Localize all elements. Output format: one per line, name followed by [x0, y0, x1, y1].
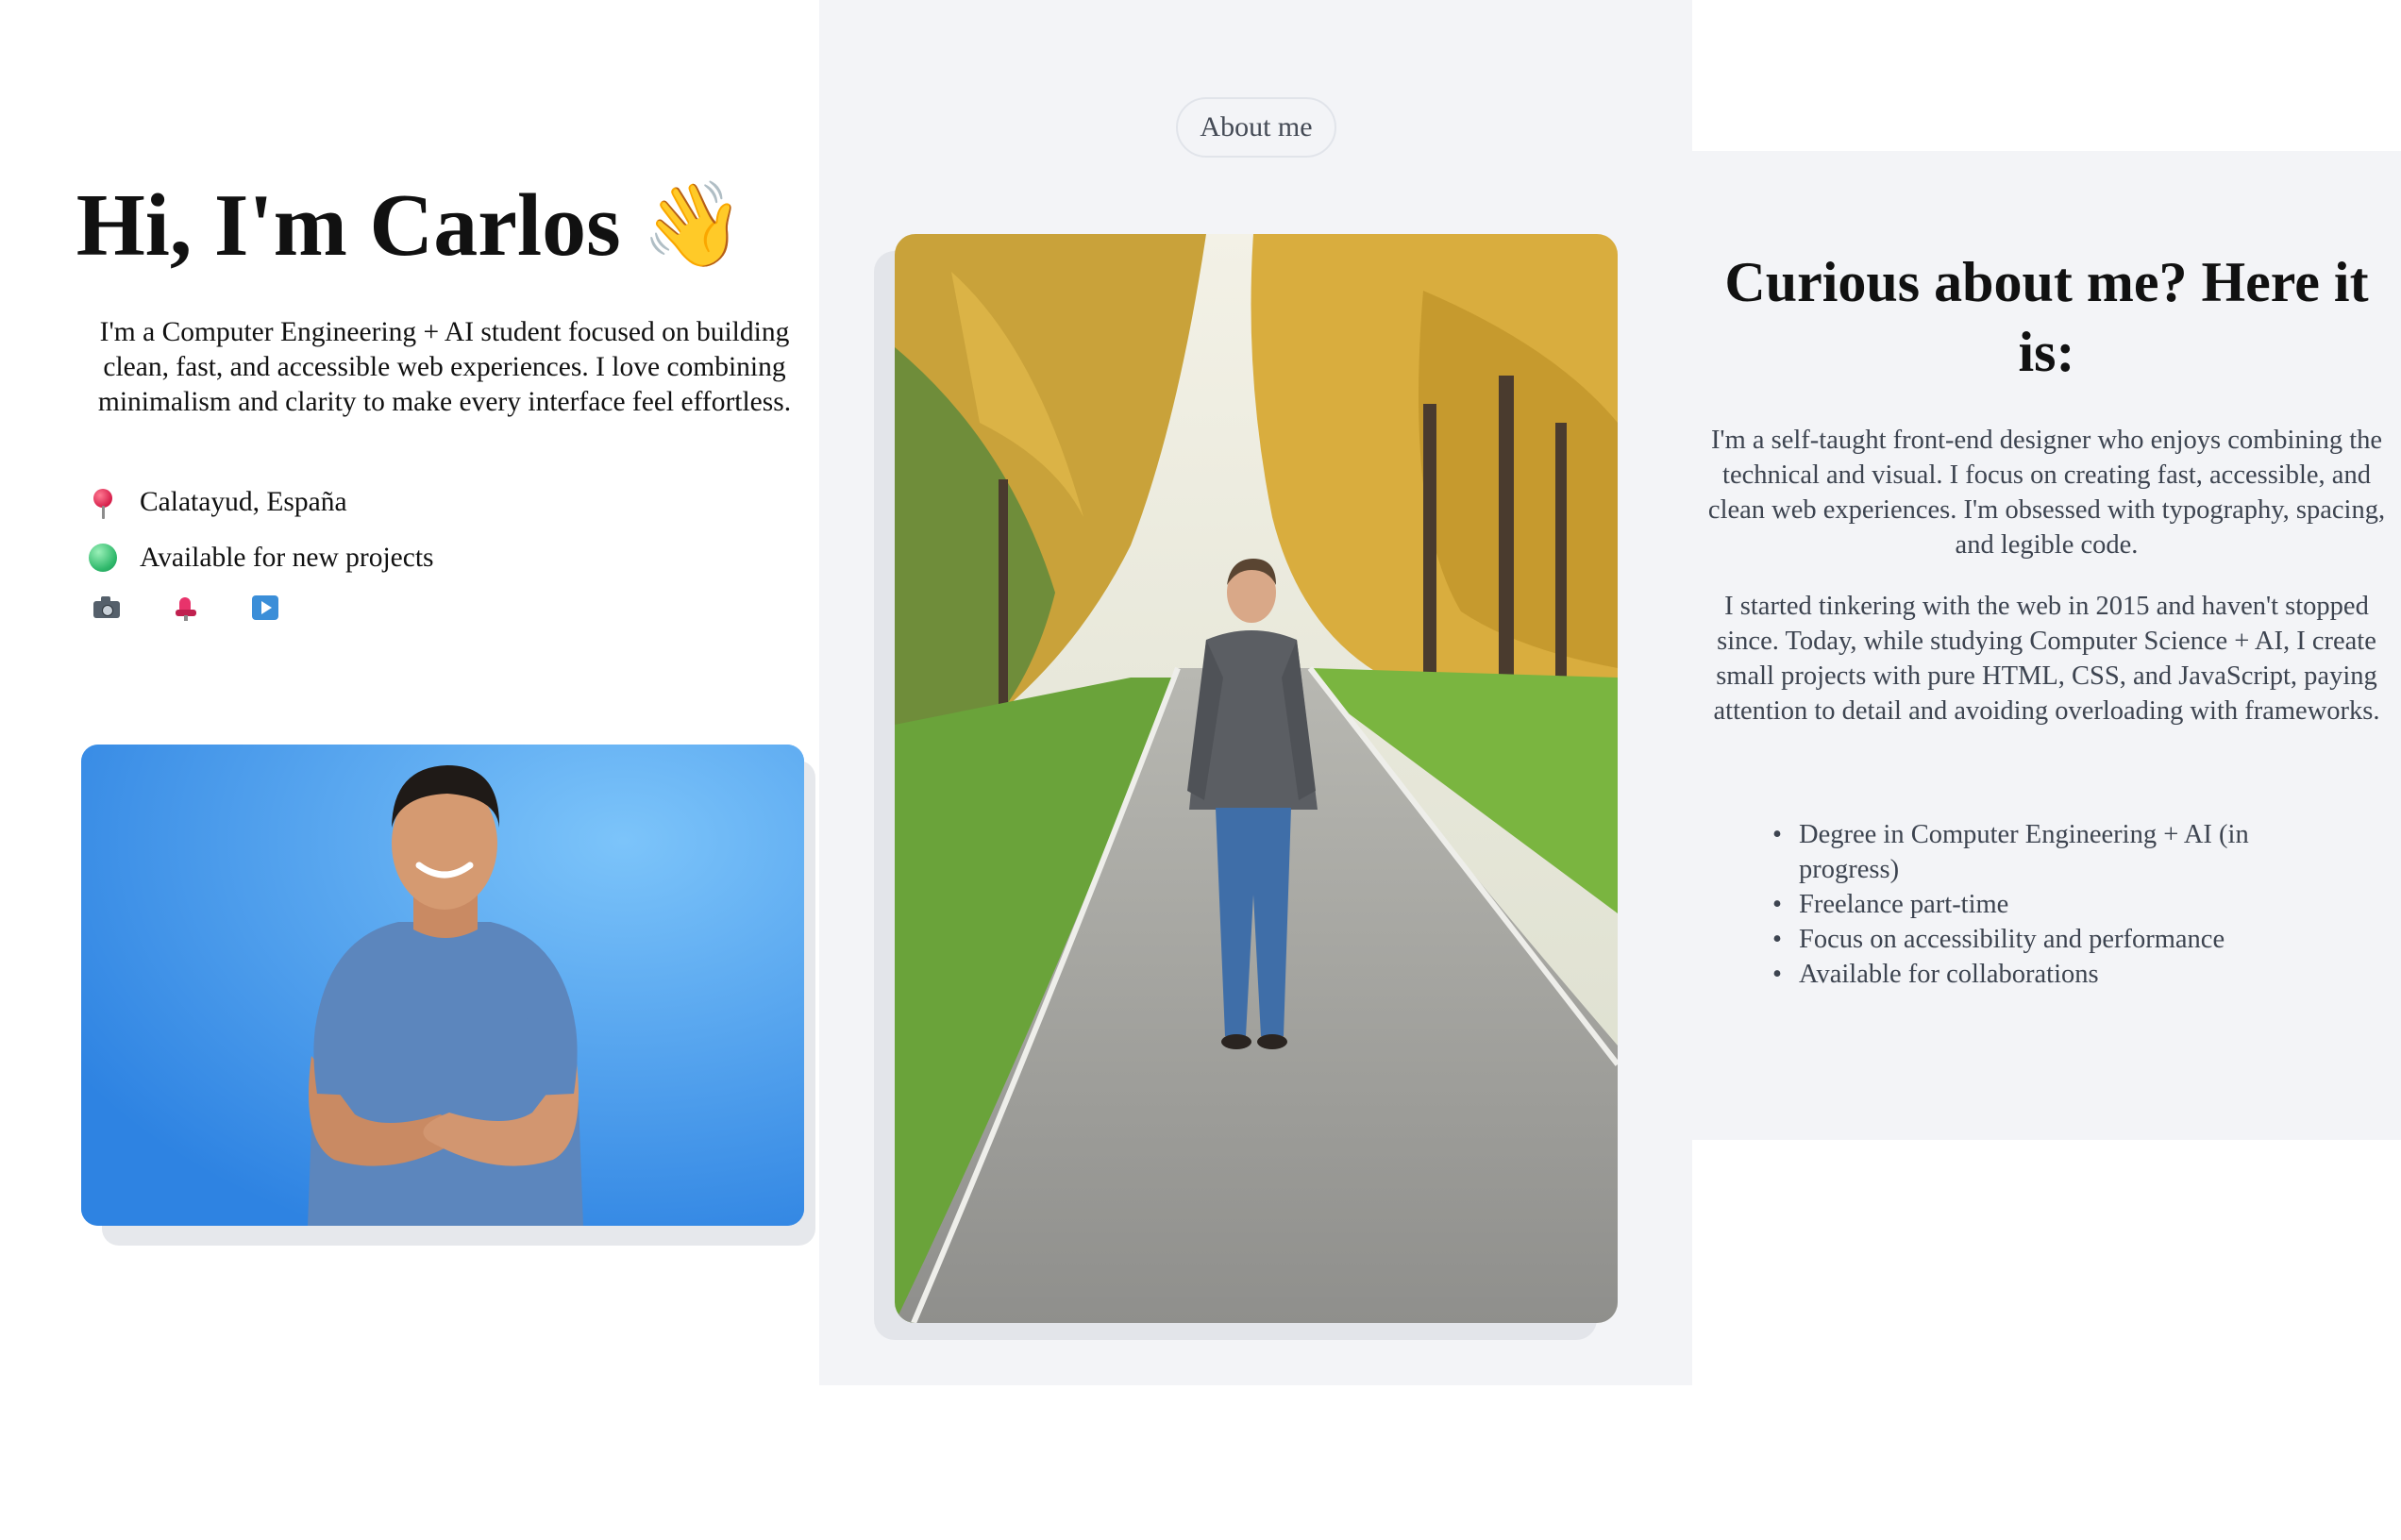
waving-hand-icon: 👋 [641, 180, 746, 272]
availability-text: Available for new projects [140, 542, 434, 573]
hero-description: I'm a Computer Engineering + AI student … [97, 317, 792, 417]
location-text: Calatayud, España [140, 486, 347, 517]
list-item: Available for collaborations [1772, 957, 2327, 992]
availability-row: Available for new projects [89, 541, 434, 575]
pin-icon [89, 485, 130, 519]
list-item: Degree in Computer Engineering + AI (in … [1772, 817, 2327, 887]
about-title: Curious about me? Here it is: [1724, 251, 2369, 383]
hero-title-text: Hi, I'm Carlos [76, 176, 621, 275]
camera-icon[interactable] [92, 594, 121, 621]
about-paragraph-2: I started tinkering with the web in 2015… [1713, 592, 2380, 726]
list-item: Freelance part-time [1772, 887, 2327, 922]
play-icon[interactable] [251, 594, 279, 621]
social-links [92, 594, 279, 621]
hero-title: Hi, I'm Carlos 👋 [0, 176, 821, 275]
about-paragraph-1: I'm a self-taught front-end designer who… [1707, 426, 2386, 560]
green-circle-icon [89, 541, 130, 575]
highlights-list: Degree in Computer Engineering + AI (in … [1772, 817, 2327, 992]
walking-portrait-photo [895, 234, 1618, 1323]
about-me-pill[interactable]: About me [1176, 97, 1336, 158]
hero-portrait-photo [81, 745, 804, 1226]
list-item: Focus on accessibility and performance [1772, 922, 2327, 957]
chair-icon[interactable] [172, 594, 200, 621]
location-row: Calatayud, España [89, 485, 347, 519]
